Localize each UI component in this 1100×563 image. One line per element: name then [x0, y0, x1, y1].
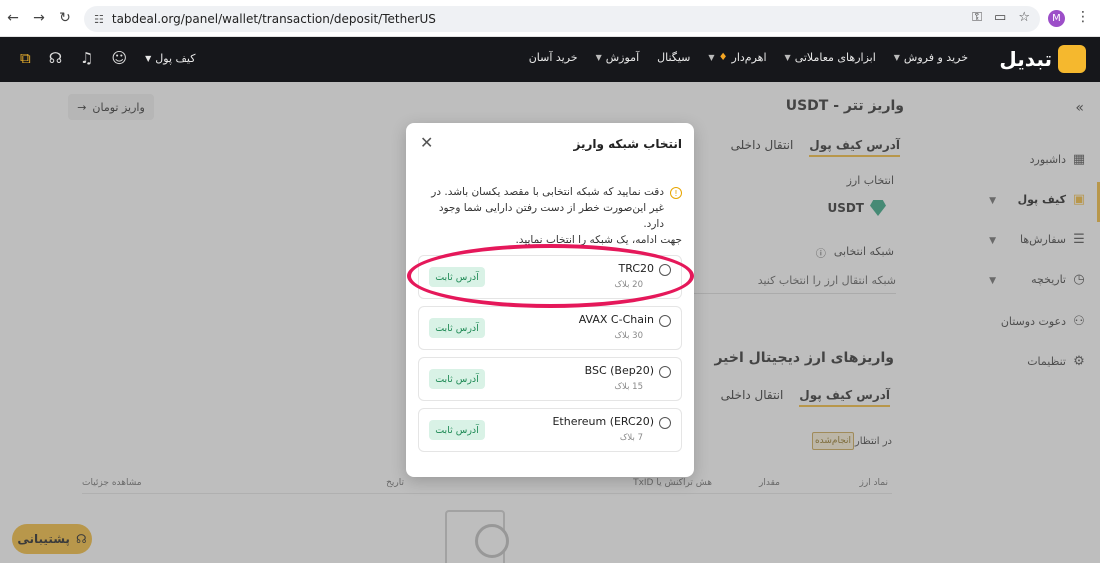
key-icon[interactable]: ⚿ — [972, 10, 982, 25]
network-blocks: 30 بلاک — [614, 331, 643, 341]
radio-button[interactable] — [659, 315, 671, 327]
network-warning: ! دقت نمایید که شبکه انتخابی با مقصد یکس… — [418, 185, 682, 232]
chevron-down-icon: ▼ — [708, 53, 715, 62]
user-icon[interactable]: ☺ — [112, 49, 128, 67]
network-option-ethereum[interactable]: Ethereum (ERC20) 7 بلاک آدرس ثابت — [418, 408, 682, 452]
forward-icon[interactable]: → — [26, 10, 52, 26]
close-icon[interactable]: ✕ — [420, 133, 433, 152]
menu-signal[interactable]: سیگنال — [657, 51, 690, 64]
chevron-down-icon: ▼ — [784, 53, 791, 62]
brand-logo[interactable]: تبدیل — [999, 45, 1086, 73]
reload-icon[interactable]: ↻ — [52, 10, 78, 26]
profile-avatar[interactable]: M — [1048, 10, 1065, 27]
bell-icon[interactable]: ♫ — [80, 49, 93, 67]
network-blocks: 7 بلاک — [619, 433, 643, 443]
main-menu: خرید و فروش ▼ ابزارهای معاملاتی ▼ اهرم‌دار… — [529, 51, 968, 64]
fixed-address-badge: آدرس ثابت — [429, 318, 485, 338]
warning-icon: ! — [670, 187, 682, 199]
radio-button[interactable] — [659, 417, 671, 429]
deposit-wallet-icon[interactable]: ⧉ — [20, 49, 31, 67]
network-select-modal: انتخاب شبکه واریز ✕ ! دقت نمایید که شبکه… — [406, 123, 694, 477]
chevron-down-icon: ▼ — [145, 53, 152, 63]
menu-leverage[interactable]: اهرم‌دار ♦ ▼ — [708, 51, 766, 64]
wallet-dropdown[interactable]: ▼ کیف پول — [145, 52, 195, 65]
logo-mark-icon — [1058, 45, 1086, 73]
browser-toolbar: ← → ↻ ☷ tabdeal.org/panel/wallet/transac… — [0, 0, 1100, 37]
fixed-address-badge: آدرس ثابت — [429, 420, 485, 440]
network-blocks: 20 بلاک — [614, 280, 643, 290]
network-name: Ethereum (ERC20) — [552, 415, 654, 428]
back-icon[interactable]: ← — [0, 10, 26, 26]
network-blocks: 15 بلاک — [614, 382, 643, 392]
bookmark-star-icon[interactable]: ☆ — [1018, 10, 1030, 25]
select-hint: جهت ادامه، یک شبکه را انتخاب نمایید. — [515, 234, 682, 246]
chevron-down-icon: ▼ — [893, 53, 900, 62]
browser-menu-icon[interactable]: ⋮ — [1076, 9, 1090, 25]
header-actions: ⧉ ☊ ♫ ☺ ▼ کیف پول — [20, 49, 195, 67]
radio-button[interactable] — [659, 366, 671, 378]
fire-icon: ♦ — [718, 52, 728, 63]
fixed-address-badge: آدرس ثابت — [429, 369, 485, 389]
modal-title: انتخاب شبکه واریز — [573, 137, 683, 151]
address-bar[interactable]: ☷ tabdeal.org/panel/wallet/transaction/d… — [84, 6, 1040, 32]
headset-icon[interactable]: ☊ — [49, 49, 62, 67]
radio-button[interactable] — [659, 264, 671, 276]
chevron-down-icon: ▼ — [595, 53, 602, 62]
menu-trading-tools[interactable]: ابزارهای معاملاتی ▼ — [785, 51, 876, 64]
site-header: تبدیل خرید و فروش ▼ ابزارهای معاملاتی ▼ اه… — [0, 37, 1100, 82]
network-option-bsc[interactable]: BSC (Bep20) 15 بلاک آدرس ثابت — [418, 357, 682, 401]
brand-name: تبدیل — [999, 47, 1052, 71]
network-name: TRC20 — [618, 262, 655, 275]
menu-education[interactable]: آموزش ▼ — [596, 51, 640, 64]
network-option-trc20[interactable]: TRC20 20 بلاک آدرس ثابت — [418, 255, 682, 299]
network-name: BSC (Bep20) — [584, 364, 654, 377]
install-icon[interactable]: ▭ — [994, 10, 1006, 25]
site-info-icon[interactable]: ☷ — [94, 13, 104, 26]
menu-buy-sell[interactable]: خرید و فروش ▼ — [894, 51, 968, 64]
fixed-address-badge: آدرس ثابت — [429, 267, 485, 287]
network-option-avax[interactable]: AVAX C-Chain 30 بلاک آدرس ثابت — [418, 306, 682, 350]
menu-easy-buy[interactable]: خرید آسان — [529, 51, 578, 64]
network-name: AVAX C-Chain — [578, 313, 654, 326]
url-text: tabdeal.org/panel/wallet/transaction/dep… — [111, 12, 436, 26]
